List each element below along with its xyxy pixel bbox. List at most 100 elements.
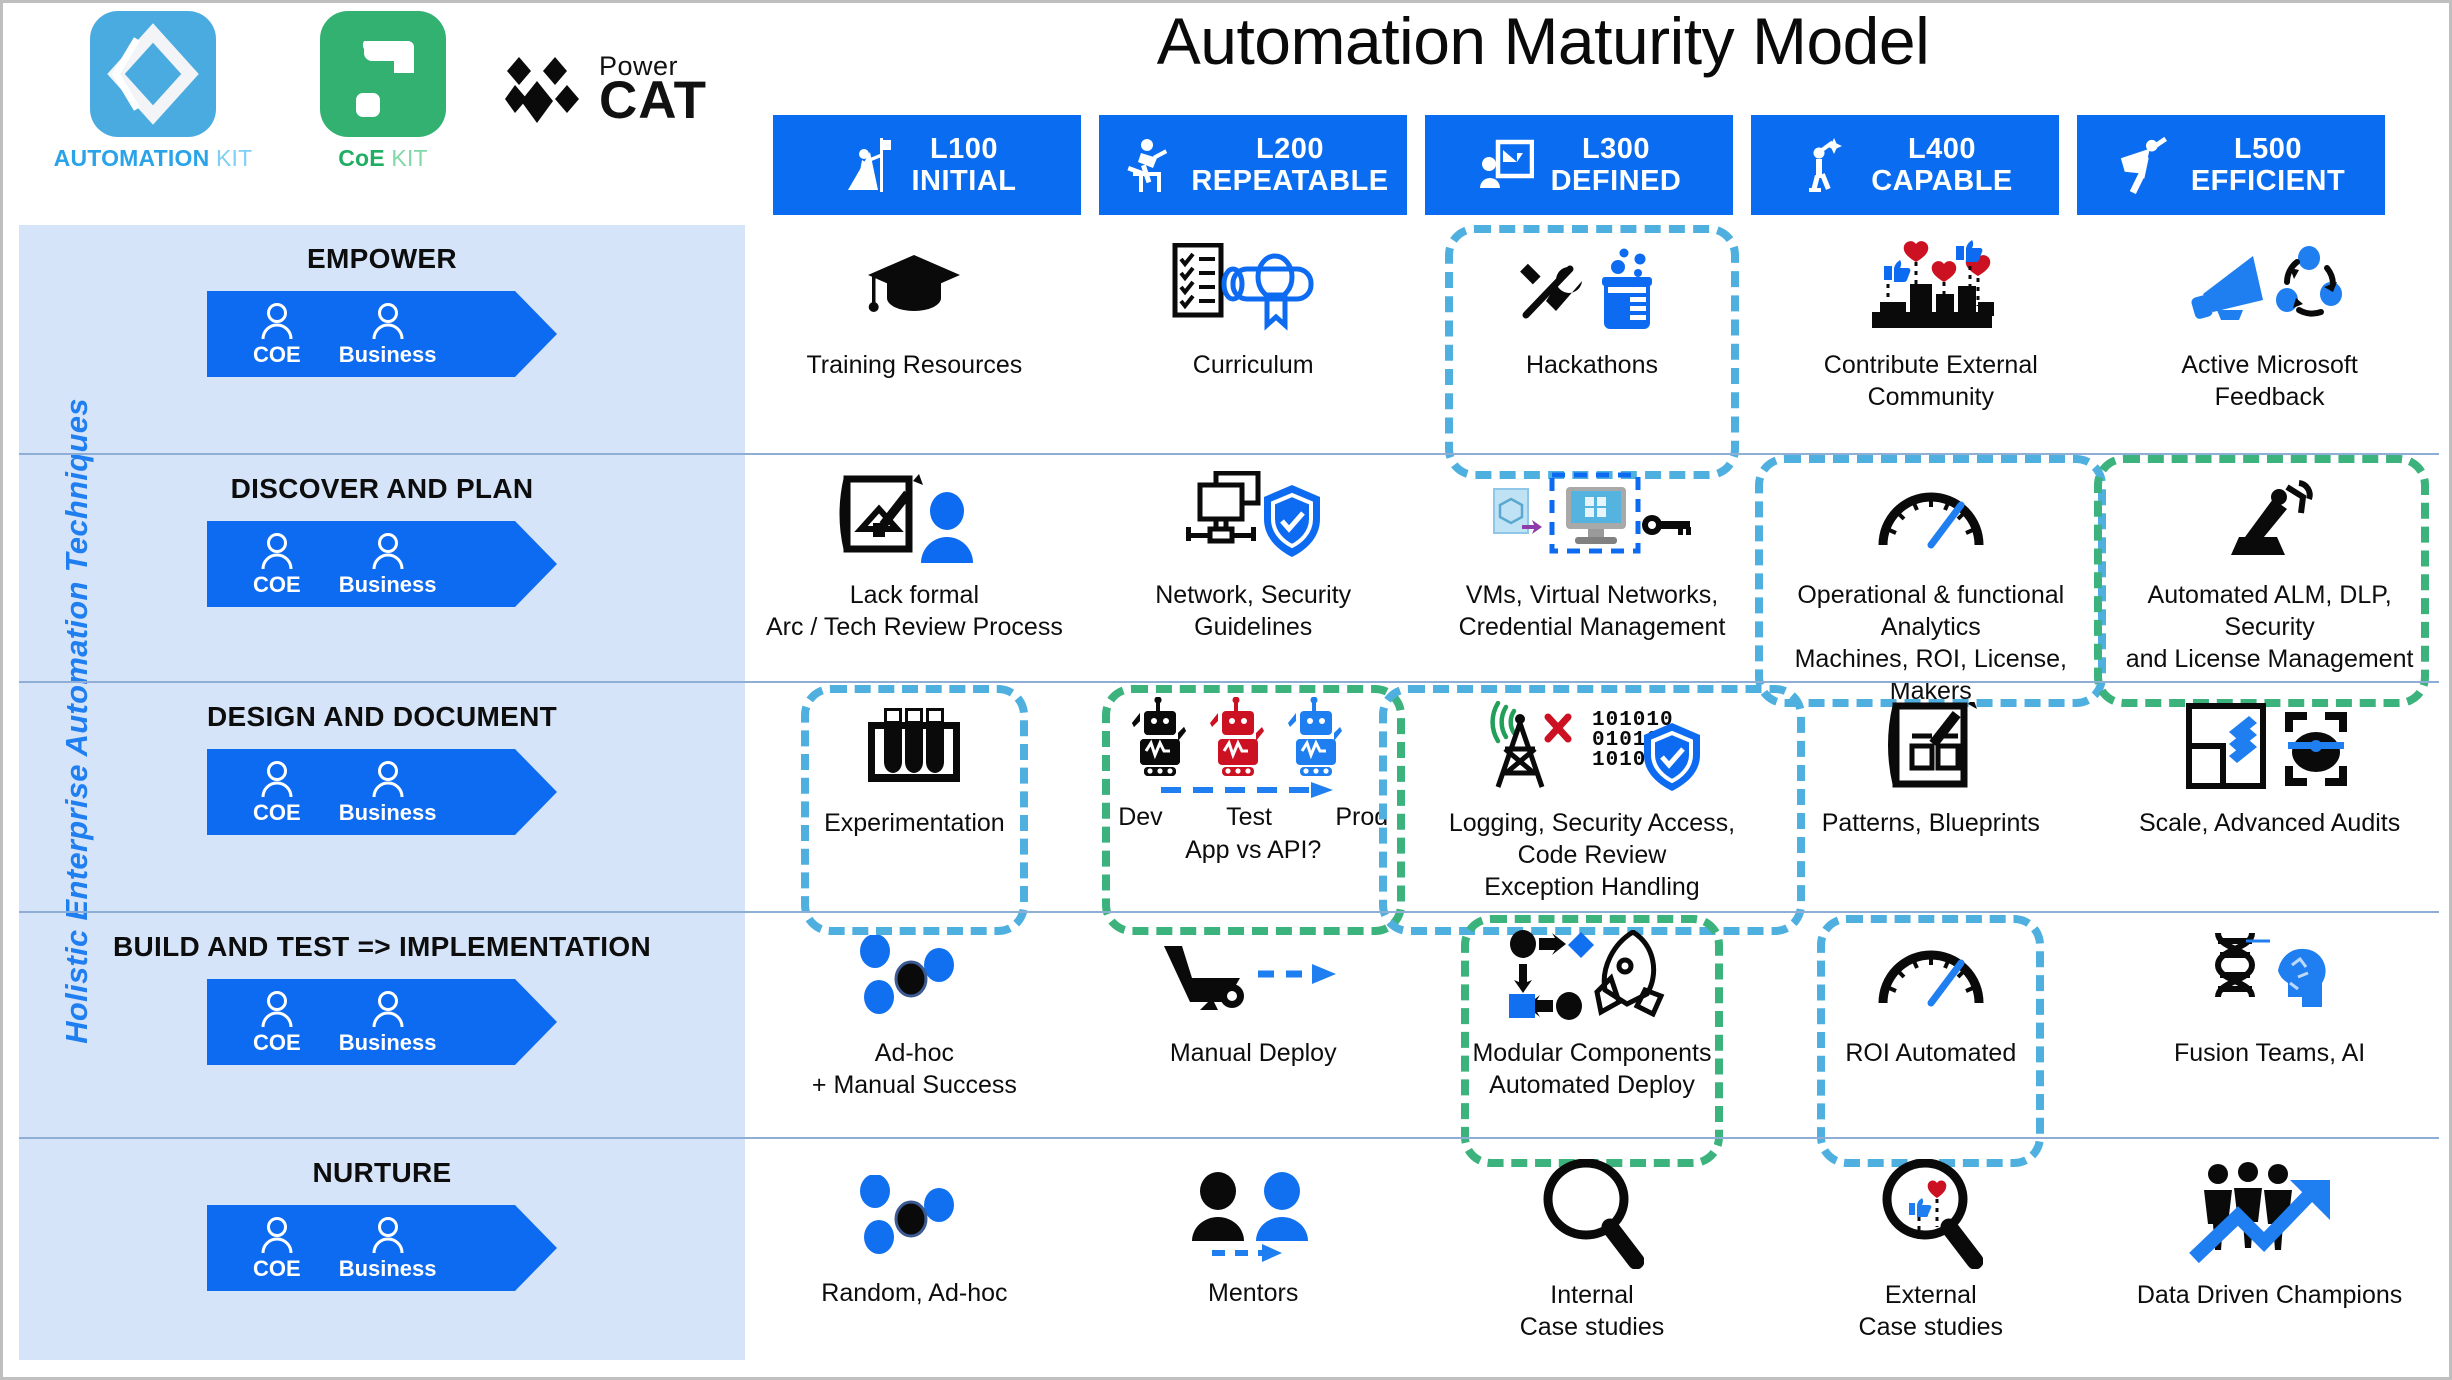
person-icon bbox=[261, 302, 293, 339]
dna-brain-icon bbox=[2200, 927, 2340, 1027]
row-cells: Random, Ad-hoc Mentors Internal Case stu… bbox=[745, 1139, 2439, 1360]
cell-build-l200[interactable]: Manual Deploy bbox=[1084, 913, 1423, 1137]
cell-nurture-l300[interactable]: Internal Case studies bbox=[1423, 1139, 1762, 1360]
logo-automation-kit: AUTOMATION KIT bbox=[54, 11, 252, 172]
persona-chevron: COE Business bbox=[207, 1205, 557, 1291]
city-likes-hearts-icon bbox=[1856, 239, 2006, 339]
persona-label: COE bbox=[253, 341, 301, 367]
automation-kit-caption: AUTOMATION KIT bbox=[54, 145, 253, 172]
cell-empower-l400[interactable]: Contribute External Community bbox=[1761, 225, 2100, 453]
persona-label: Business bbox=[338, 341, 437, 367]
level-card-l100[interactable]: L100 INITIAL bbox=[773, 115, 1081, 215]
megaphone-cycle-icon bbox=[2191, 239, 2349, 339]
cell-build-l400[interactable]: ROI Automated bbox=[1761, 913, 2100, 1167]
star-reacher-icon bbox=[1797, 135, 1855, 195]
cell-design-l400[interactable]: Patterns, Blueprints bbox=[1761, 683, 2100, 911]
coe-caption-light: KIT bbox=[391, 145, 428, 171]
cell-caption: App vs API? bbox=[1185, 836, 1322, 864]
cell-nurture-l200[interactable]: Mentors bbox=[1084, 1139, 1423, 1360]
logo-coe-kit: CoE KIT bbox=[288, 11, 478, 172]
persona-coe: COE bbox=[253, 1215, 301, 1282]
magnifier-likes-icon bbox=[1879, 1159, 1983, 1269]
level-code: L300 bbox=[1581, 132, 1651, 165]
level-code: L100 bbox=[929, 132, 999, 165]
wheelbarrow-arrow-icon bbox=[1158, 927, 1348, 1027]
cell-discover-l100[interactable]: Lack formal Arc / Tech Review Process bbox=[745, 455, 1084, 681]
flowchart-rocket-icon bbox=[1507, 927, 1677, 1027]
row-title: BUILD AND TEST => IMPLEMENTATION bbox=[113, 931, 651, 962]
cell-caption: External Case studies bbox=[1858, 1281, 2004, 1341]
cell-caption: Patterns, Blueprints bbox=[1821, 809, 2040, 837]
cell-empower-l200[interactable]: Curriculum bbox=[1084, 225, 1423, 453]
person-icon bbox=[372, 990, 404, 1027]
cell-design-l200[interactable]: Dev Test Prod App vs API? bbox=[1084, 683, 1423, 935]
tools-beaker-icon bbox=[1512, 239, 1672, 339]
cell-design-l100[interactable]: Experimentation bbox=[745, 683, 1084, 935]
tower-binary-shield-icon: 101010 010101 101010 bbox=[1472, 697, 1712, 797]
cell-empower-l100[interactable]: Training Resources bbox=[745, 225, 1084, 453]
person-icon bbox=[372, 760, 404, 797]
persona-label: COE bbox=[253, 1255, 301, 1281]
matrix-rows: EMPOWER COE Business Training Resources … bbox=[19, 225, 2439, 1360]
person-icon bbox=[372, 532, 404, 569]
level-card-l200[interactable]: L200 REPEATABLE bbox=[1099, 115, 1407, 215]
persona-label: COE bbox=[253, 1029, 301, 1055]
matrix-row-build-and-test: BUILD AND TEST => IMPLEMENTATION COE Bus… bbox=[19, 911, 2439, 1167]
persona-coe: COE bbox=[253, 531, 301, 598]
gauge-icon bbox=[1875, 927, 1987, 1027]
cell-empower-l500[interactable]: Active Microsoft Feedback bbox=[2100, 225, 2439, 453]
level-card-l300[interactable]: L300 DEFINED bbox=[1425, 115, 1733, 215]
cell-design-l500[interactable]: Scale, Advanced Audits bbox=[2100, 683, 2439, 911]
cell-nurture-l100[interactable]: Random, Ad-hoc bbox=[745, 1139, 1084, 1360]
person-icon bbox=[372, 302, 404, 339]
cell-build-l300[interactable]: Modular Components Automated Deploy bbox=[1423, 913, 1762, 1167]
cell-caption: Manual Deploy bbox=[1169, 1039, 1337, 1067]
level-card-l500[interactable]: L500 EFFICIENT bbox=[2077, 115, 2385, 215]
paw-icon bbox=[505, 57, 579, 123]
coe-kit-caption: CoE KIT bbox=[338, 145, 428, 172]
level-card-l400[interactable]: L400 CAPABLE bbox=[1751, 115, 2059, 215]
cell-discover-l500[interactable]: Automated ALM, DLP, Security and License… bbox=[2094, 455, 2439, 707]
cell-discover-l200[interactable]: Network, Security Guidelines bbox=[1084, 455, 1423, 681]
level-name: CAPABLE bbox=[1871, 165, 2013, 197]
row-title: NURTURE bbox=[312, 1157, 452, 1188]
hurdler-icon bbox=[1117, 135, 1175, 195]
persona-business: Business bbox=[339, 531, 437, 598]
cell-discover-l300[interactable]: VMs, Virtual Networks, Credential Manage… bbox=[1423, 455, 1762, 681]
level-name: INITIAL bbox=[911, 165, 1017, 197]
level-code: L200 bbox=[1255, 132, 1325, 165]
row-cells: Ad-hoc + Manual Success Manual Deploy Mo… bbox=[745, 913, 2439, 1167]
scattered-dots-icon bbox=[849, 927, 979, 1027]
cell-caption: Contribute External Community bbox=[1823, 351, 2038, 411]
matrix-row-design-and-document: DESIGN AND DOCUMENT COE Business Experim… bbox=[19, 681, 2439, 935]
level-name: DEFINED bbox=[1550, 165, 1682, 197]
person-icon bbox=[261, 1216, 293, 1253]
cell-caption: Active Microsoft Feedback bbox=[2181, 351, 2358, 411]
three-robots-icon bbox=[1128, 697, 1378, 779]
cell-design-l300[interactable]: 101010 010101 101010 Logging, Security Acc… bbox=[1378, 683, 1806, 935]
cell-nurture-l500[interactable]: Data Driven Champions bbox=[2100, 1139, 2439, 1360]
cell-empower-l300[interactable]: Hackathons bbox=[1423, 225, 1762, 479]
cell-build-l500[interactable]: Fusion Teams, AI bbox=[2100, 913, 2439, 1137]
cell-caption: Internal Case studies bbox=[1519, 1281, 1665, 1341]
matrix-row-nurture: NURTURE COE Business Random, Ad-hoc Ment… bbox=[19, 1137, 2439, 1360]
powercat-logo: Power CAT bbox=[503, 51, 707, 129]
cell-caption: Modular Components Automated Deploy bbox=[1472, 1039, 1712, 1099]
persona-business: Business bbox=[339, 759, 437, 826]
cell-caption: ROI Automated bbox=[1845, 1039, 2017, 1067]
cell-caption: Training Resources bbox=[806, 351, 1023, 379]
row-header: EMPOWER COE Business bbox=[19, 225, 745, 453]
automation-kit-icon bbox=[90, 11, 216, 137]
scale-audit-icon bbox=[2185, 697, 2355, 797]
checklist-diploma-icon bbox=[1171, 239, 1336, 339]
row-header: NURTURE COE Business bbox=[19, 1139, 745, 1360]
blueprint-pencil-icon bbox=[1884, 697, 1978, 797]
robot-stage-arrow bbox=[1127, 781, 1379, 799]
cell-nurture-l400[interactable]: External Case studies bbox=[1761, 1139, 2100, 1360]
cell-discover-l400[interactable]: Operational & functional Analytics Machi… bbox=[1755, 455, 2107, 707]
row-title: DISCOVER AND PLAN bbox=[230, 473, 534, 504]
two-people-arrow-icon bbox=[1178, 1167, 1328, 1267]
cell-build-l100[interactable]: Ad-hoc + Manual Success bbox=[745, 913, 1084, 1137]
row-title: DESIGN AND DOCUMENT bbox=[207, 701, 557, 732]
row-header: DESIGN AND DOCUMENT COE Business bbox=[19, 683, 745, 911]
